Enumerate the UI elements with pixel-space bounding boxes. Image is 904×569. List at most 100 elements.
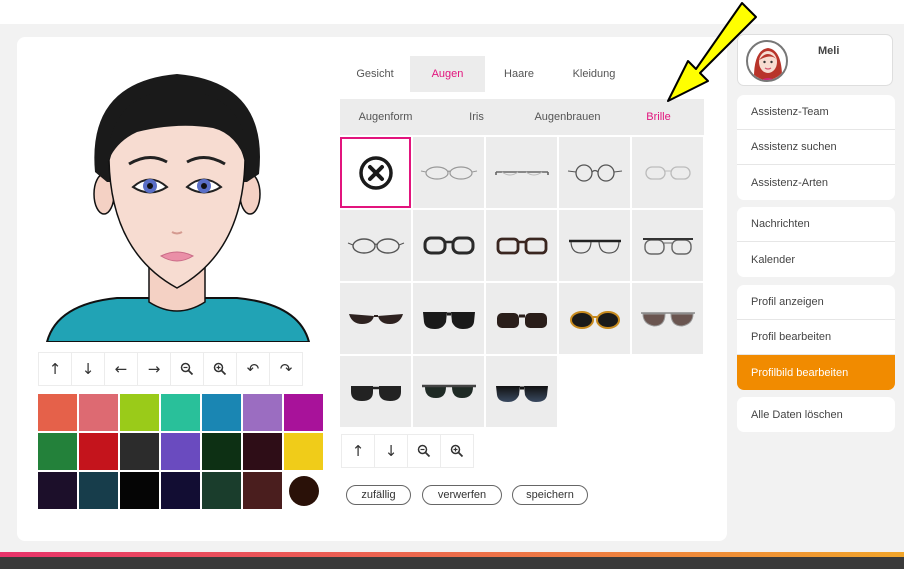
- color-swatch[interactable]: [120, 472, 159, 509]
- profile-name: Meli: [818, 45, 840, 57]
- glasses-option-thin-light[interactable]: [632, 137, 703, 208]
- glasses-option-round-wire[interactable]: [559, 137, 630, 208]
- glasses-option-sunglasses-aviator[interactable]: [632, 283, 703, 354]
- main-tabs: Gesicht Augen Haare Kleidung: [340, 56, 635, 92]
- glasses-sunglasses-gold-icon: [569, 310, 620, 329]
- sidebar-item-kalender[interactable]: Kalender: [737, 242, 895, 277]
- tab-gesicht[interactable]: Gesicht: [340, 56, 410, 92]
- random-button[interactable]: zufällig: [346, 485, 411, 505]
- color-swatch[interactable]: [161, 433, 200, 470]
- glasses-thin-light-icon: [644, 165, 691, 180]
- color-swatch[interactable]: [79, 394, 118, 431]
- color-swatch[interactable]: [243, 394, 282, 431]
- sidebar-item-profil-anzeigen[interactable]: Profil anzeigen: [737, 285, 895, 320]
- nav-group-profile: Profil anzeigen Profil bearbeiten Profilbi…: [737, 285, 895, 390]
- glasses-option-wide-oval[interactable]: [340, 210, 411, 281]
- color-swatch[interactable]: [161, 394, 200, 431]
- glasses-thick-dark-icon: [423, 236, 474, 254]
- color-swatch[interactable]: [120, 433, 159, 470]
- rotate-left-icon: ↶: [246, 360, 260, 378]
- sidebar-item-assistenz-arten[interactable]: Assistenz-Arten: [737, 165, 895, 200]
- arrow-up-icon: ↑: [351, 442, 365, 460]
- zoom-in-button[interactable]: [203, 352, 237, 386]
- nav-group-data: Alle Daten löschen: [737, 397, 895, 432]
- glasses-option-sunglasses-round[interactable]: [340, 356, 411, 427]
- zoom-out-button[interactable]: [170, 352, 204, 386]
- glasses-option-none[interactable]: [340, 137, 411, 208]
- rotate-right-button[interactable]: ↷: [269, 352, 303, 386]
- glasses-option-sunglasses-gold[interactable]: [559, 283, 630, 354]
- sidebar-item-assistenz-suchen[interactable]: Assistenz suchen: [737, 130, 895, 165]
- glasses-option-thin-oval[interactable]: [413, 137, 484, 208]
- glasses-option-clubmaster[interactable]: [632, 210, 703, 281]
- nav-group-communication: Nachrichten Kalender: [737, 207, 895, 277]
- glasses-sunglasses-cat-icon: [348, 313, 403, 324]
- profile-card[interactable]: Meli: [737, 34, 893, 86]
- color-swatch[interactable]: [38, 394, 77, 431]
- sidebar-item-alle-daten-löschen[interactable]: Alle Daten löschen: [737, 397, 895, 432]
- selected-color-indicator: [288, 475, 319, 506]
- glasses-option-browline[interactable]: [559, 210, 630, 281]
- glasses-wide-oval-icon: [347, 237, 404, 254]
- sidebar-item-assistenz-team[interactable]: Assistenz-Team: [737, 95, 895, 130]
- glasses-option-sunglasses-cat[interactable]: [340, 283, 411, 354]
- glasses-option-sunglasses-gradient[interactable]: [486, 356, 557, 427]
- zoom-out-button[interactable]: [407, 434, 441, 468]
- arrow-up-button[interactable]: ↑: [38, 352, 72, 386]
- glasses-rimless-bar-icon: [494, 170, 549, 175]
- color-swatch[interactable]: [38, 472, 77, 509]
- subtab-augenform[interactable]: Augenform: [340, 99, 431, 135]
- color-palette: [38, 394, 323, 509]
- glasses-grid: [340, 137, 703, 427]
- color-swatch[interactable]: [202, 433, 241, 470]
- top-strip: [0, 0, 904, 24]
- tab-augen[interactable]: Augen: [410, 56, 485, 92]
- zoom-out-icon: [417, 444, 431, 458]
- glasses-thin-oval-icon: [420, 165, 477, 180]
- arrow-up-button[interactable]: ↑: [341, 434, 375, 468]
- color-swatch[interactable]: [284, 394, 323, 431]
- arrow-down-button[interactable]: ↓: [71, 352, 105, 386]
- color-swatch[interactable]: [79, 433, 118, 470]
- zoom-in-icon: [213, 362, 227, 376]
- glasses-option-rimless-bar[interactable]: [486, 137, 557, 208]
- sidebar-item-profil-bearbeiten[interactable]: Profil bearbeiten: [737, 320, 895, 355]
- avatar-preview: [37, 52, 317, 343]
- color-swatch[interactable]: [202, 394, 241, 431]
- tab-kleidung[interactable]: Kleidung: [553, 56, 635, 92]
- zoom-in-button[interactable]: [440, 434, 474, 468]
- glasses-option-sunglasses-green[interactable]: [413, 356, 484, 427]
- color-swatch[interactable]: [161, 472, 200, 509]
- glasses-sunglasses-aviator-icon: [640, 311, 695, 327]
- color-swatch[interactable]: [120, 394, 159, 431]
- glasses-sunglasses-brown-icon: [496, 312, 547, 328]
- zoom-out-icon: [180, 362, 194, 376]
- arrow-down-icon: ↓: [81, 360, 95, 378]
- color-swatch[interactable]: [202, 472, 241, 509]
- glasses-position-toolbar: ↑ ↓: [341, 434, 474, 468]
- arrow-left-button[interactable]: ←: [104, 352, 138, 386]
- color-swatch[interactable]: [243, 433, 282, 470]
- arrow-right-button[interactable]: →: [137, 352, 171, 386]
- color-swatch[interactable]: [38, 433, 77, 470]
- glasses-option-thick-brown[interactable]: [486, 210, 557, 281]
- glasses-clubmaster-icon: [642, 237, 693, 255]
- subtab-iris[interactable]: Iris: [431, 99, 522, 135]
- avatar-position-toolbar: ↑ ↓ ← → ↶ ↷: [38, 352, 303, 386]
- discard-button[interactable]: verwerfen: [422, 485, 502, 505]
- sidebar-item-profilbild-bearbeiten[interactable]: Profilbild bearbeiten: [737, 355, 895, 390]
- save-button[interactable]: speichern: [512, 485, 588, 505]
- tab-haare[interactable]: Haare: [485, 56, 553, 92]
- glasses-option-sunglasses-wayfarer[interactable]: [413, 283, 484, 354]
- zoom-in-icon: [450, 444, 464, 458]
- arrow-down-button[interactable]: ↓: [374, 434, 408, 468]
- rotate-left-button[interactable]: ↶: [236, 352, 270, 386]
- glasses-option-sunglasses-brown[interactable]: [486, 283, 557, 354]
- color-swatch[interactable]: [243, 472, 282, 509]
- glasses-option-thick-dark[interactable]: [413, 210, 484, 281]
- sidebar-item-nachrichten[interactable]: Nachrichten: [737, 207, 895, 242]
- color-swatch[interactable]: [284, 433, 323, 470]
- subtab-augenbrauen[interactable]: Augenbrauen: [522, 99, 613, 135]
- color-swatch[interactable]: [79, 472, 118, 509]
- color-swatch[interactable]: [284, 472, 323, 509]
